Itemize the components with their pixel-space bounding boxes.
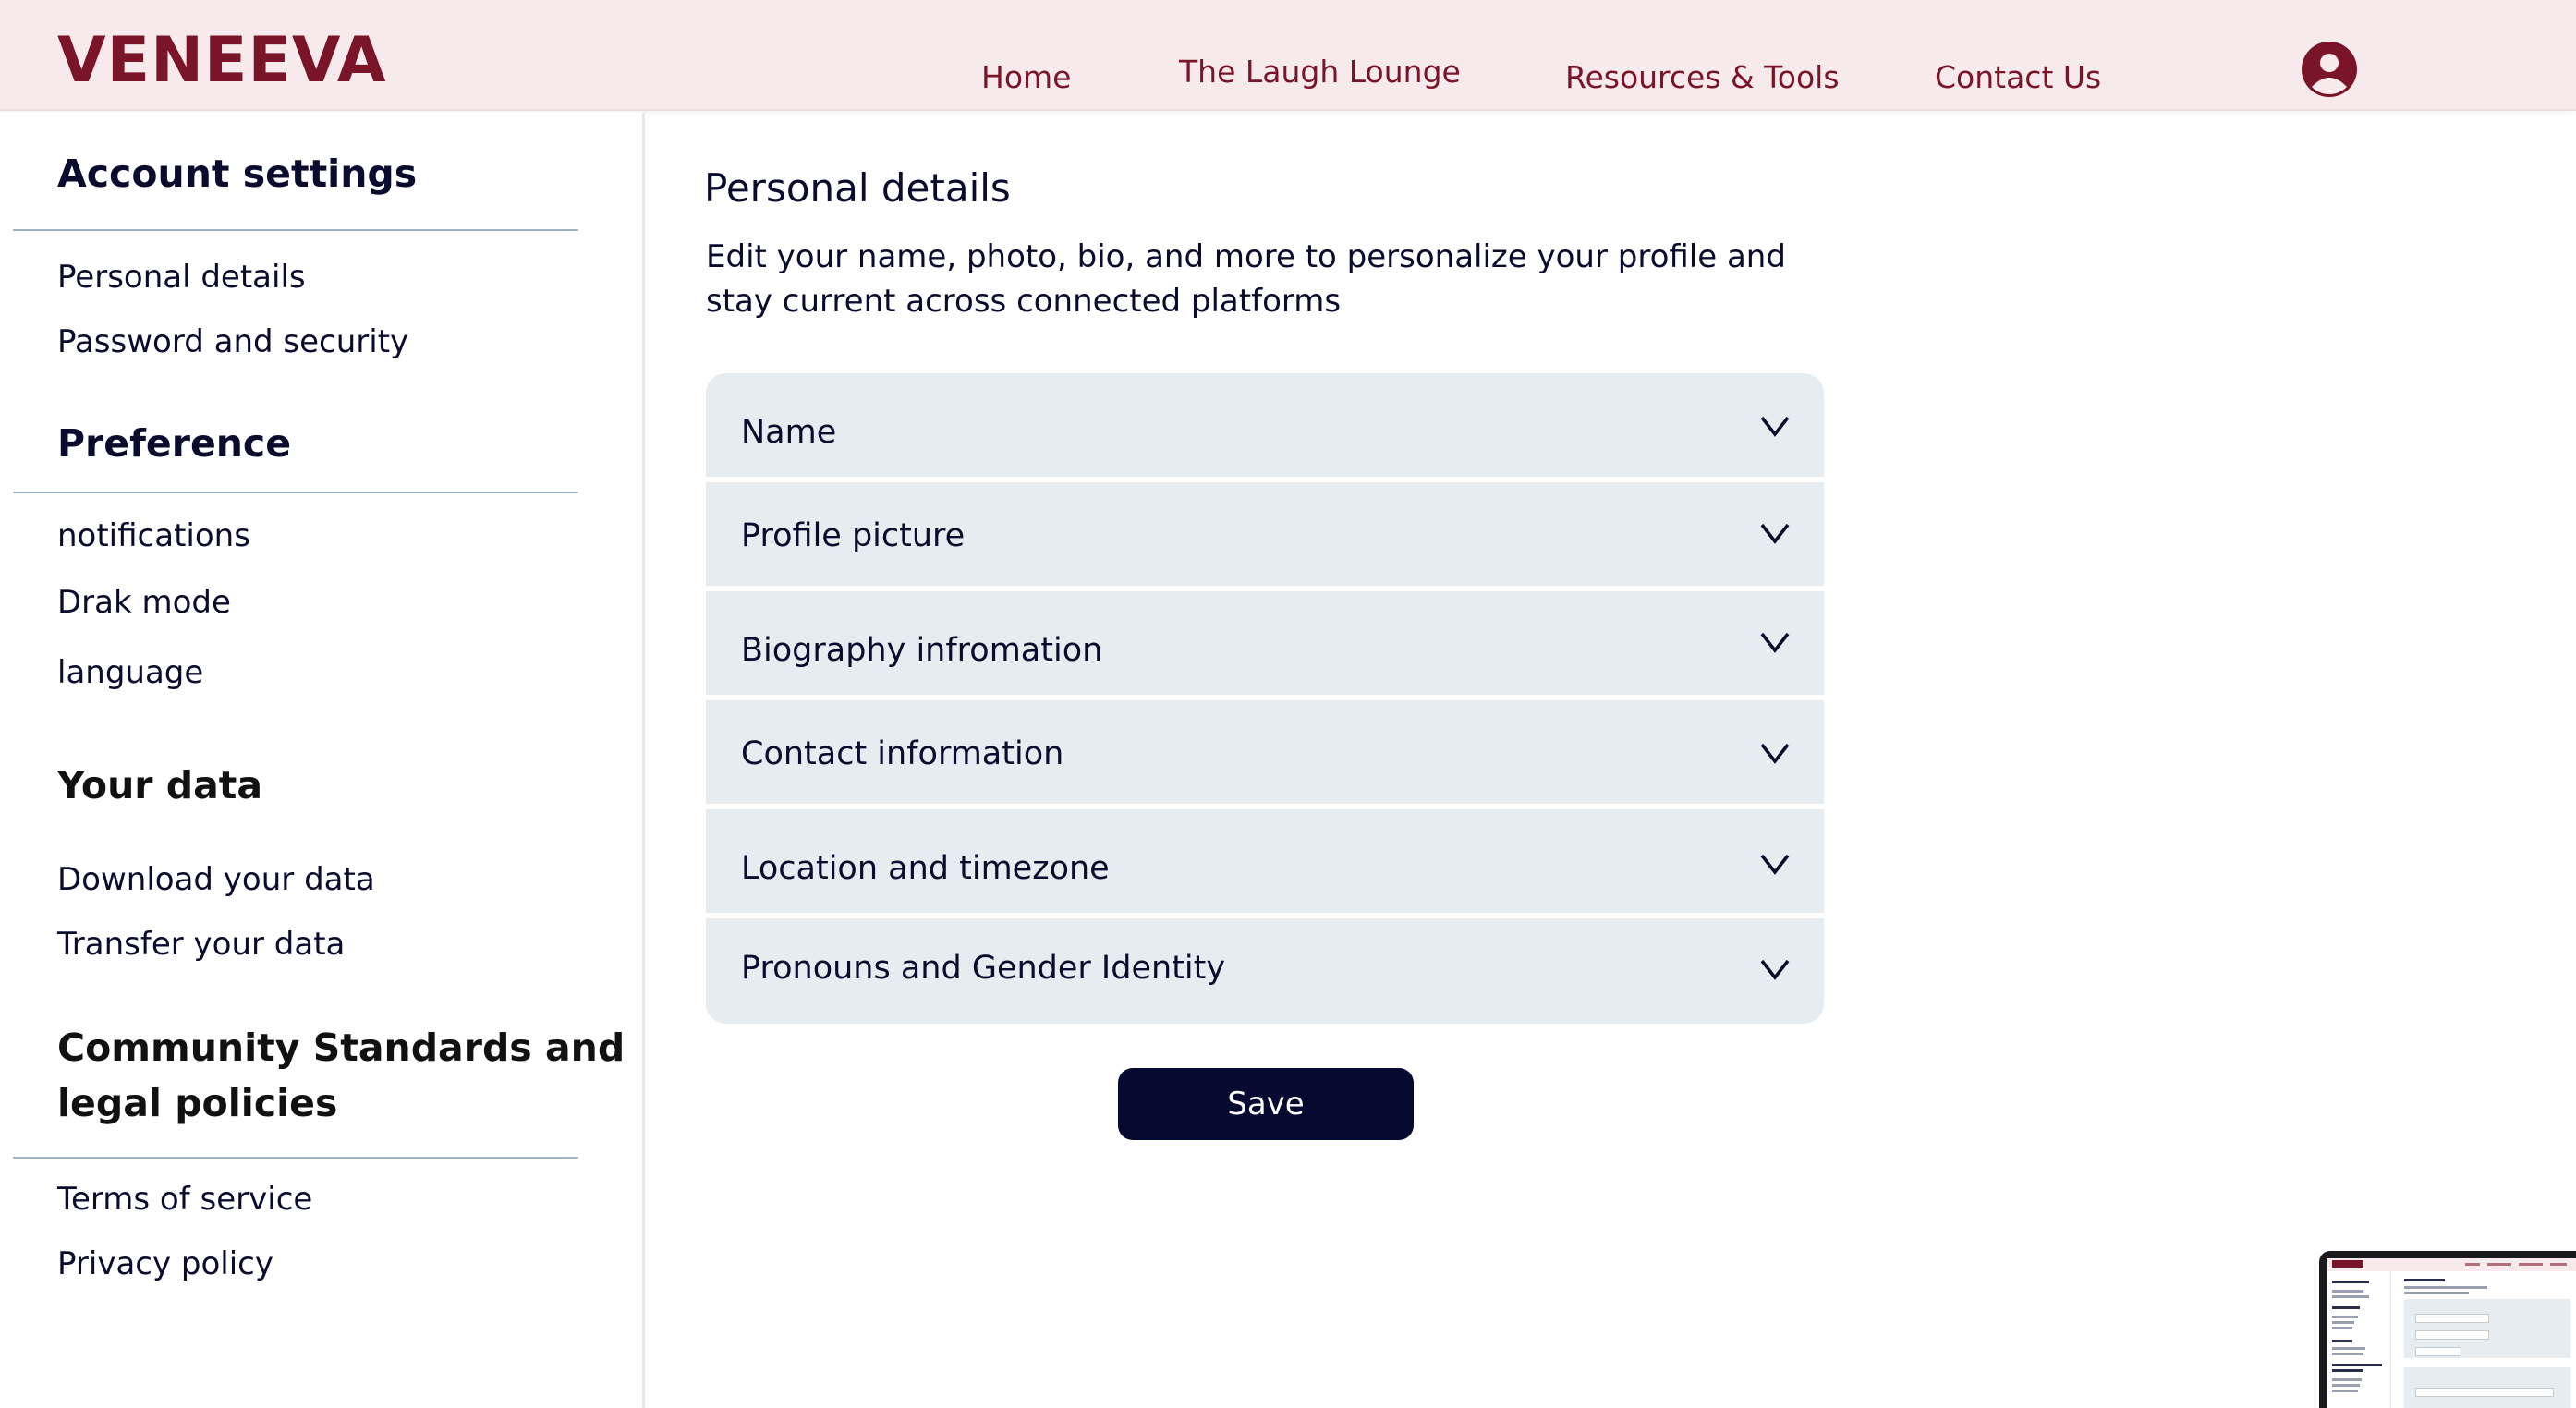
- preview-line: [2404, 1286, 2487, 1289]
- sidebar-item-password-security[interactable]: Password and security: [57, 320, 408, 364]
- preview-line: [2332, 1321, 2354, 1324]
- preview-logo: [2332, 1260, 2363, 1268]
- preview-line: [2332, 1295, 2369, 1298]
- chevron-down-icon[interactable]: [1759, 521, 1791, 545]
- nav-contact-us[interactable]: Contact Us: [1935, 57, 2101, 98]
- accordion-label: Pronouns and Gender Identity: [741, 950, 1226, 987]
- preview-line: [2332, 1327, 2352, 1329]
- preview-line: [2332, 1340, 2352, 1342]
- personal-details-accordion: Name Profile picture Biography infromati…: [706, 373, 1824, 1024]
- nav-laugh-lounge[interactable]: The Laugh Lounge: [1179, 52, 1461, 92]
- accordion-item-name[interactable]: Name: [706, 373, 1824, 477]
- preview-line: [2332, 1364, 2382, 1366]
- section-title-your-data: Your data: [57, 763, 263, 807]
- preview-line: [2332, 1281, 2369, 1283]
- preview-line: [2332, 1353, 2363, 1355]
- sidebar-item-privacy-policy[interactable]: Privacy policy: [57, 1242, 273, 1286]
- section-divider: [13, 492, 578, 493]
- chevron-down-icon[interactable]: [1759, 852, 1791, 876]
- sidebar-item-transfer-data[interactable]: Transfer your data: [57, 922, 345, 966]
- section-title-community-standards: Community Standards and: [57, 1026, 626, 1070]
- preview-line: [2332, 1390, 2358, 1392]
- preview-input: [2415, 1347, 2461, 1356]
- accordion-label: Location and timezone: [741, 850, 1110, 887]
- section-title-preference: Preference: [57, 421, 292, 466]
- preview-nav-link: [2550, 1263, 2567, 1266]
- section-divider: [13, 229, 578, 231]
- accordion-label: Profile picture: [741, 517, 966, 554]
- preview-screen: [2327, 1258, 2576, 1408]
- brand-logo[interactable]: VENEEVA: [57, 22, 387, 100]
- preview-input: [2415, 1388, 2554, 1397]
- page-title: Personal details: [704, 165, 1011, 211]
- preview-nav-link: [2487, 1263, 2511, 1266]
- section-title-account-settings: Account settings: [57, 152, 418, 196]
- preview-line: [2332, 1290, 2363, 1293]
- sidebar-item-download-data[interactable]: Download your data: [57, 857, 375, 902]
- preview-line: [2332, 1369, 2363, 1372]
- chevron-down-icon[interactable]: [1759, 957, 1791, 981]
- user-circle-icon[interactable]: [2301, 41, 2358, 98]
- accordion-label: Biography infromation: [741, 632, 1103, 669]
- preview-line: [2404, 1292, 2469, 1294]
- preview-input: [2415, 1330, 2489, 1340]
- preview-line: [2332, 1347, 2365, 1350]
- preview-line: [2332, 1378, 2362, 1381]
- preview-input: [2415, 1314, 2489, 1323]
- sidebar-item-personal-details[interactable]: Personal details: [57, 255, 306, 299]
- accordion-label: Contact information: [741, 735, 1064, 772]
- nav-resources-tools[interactable]: Resources & Tools: [1565, 57, 1840, 98]
- preview-nav-link: [2519, 1263, 2543, 1266]
- section-divider: [13, 1157, 578, 1159]
- accordion-item-pronouns-gender[interactable]: Pronouns and Gender Identity: [706, 918, 1824, 1022]
- preview-nav-link: [2465, 1263, 2480, 1266]
- chevron-down-icon[interactable]: [1759, 630, 1791, 654]
- screen-preview-thumbnail[interactable]: [2319, 1251, 2576, 1408]
- chevron-down-icon[interactable]: [1759, 741, 1791, 765]
- accordion-item-location-timezone[interactable]: Location and timezone: [706, 809, 1824, 913]
- top-header: VENEEVA Home The Laugh Lounge Resources …: [0, 0, 2576, 111]
- accordion-label: Name: [741, 414, 837, 451]
- settings-sidebar: Account settings Personal details Passwo…: [0, 113, 645, 1408]
- preview-line: [2332, 1306, 2360, 1309]
- sidebar-item-dark-mode[interactable]: Drak mode: [57, 580, 231, 625]
- nav-home[interactable]: Home: [981, 57, 1071, 98]
- preview-line: [2332, 1384, 2360, 1387]
- accordion-item-profile-picture[interactable]: Profile picture: [706, 482, 1824, 586]
- sidebar-item-language[interactable]: language: [57, 650, 203, 695]
- accordion-item-contact-information[interactable]: Contact information: [706, 700, 1824, 804]
- chevron-down-icon[interactable]: [1759, 414, 1791, 438]
- page-description: Edit your name, photo, bio, and more to …: [706, 238, 1786, 320]
- section-title-legal-policies: legal policies: [57, 1081, 338, 1125]
- save-button[interactable]: Save: [1118, 1068, 1414, 1140]
- sidebar-item-notifications[interactable]: notifications: [57, 514, 250, 558]
- accordion-item-biography[interactable]: Biography infromation: [706, 591, 1824, 695]
- preview-line: [2404, 1279, 2445, 1281]
- preview-line: [2332, 1316, 2358, 1318]
- sidebar-item-terms-of-service[interactable]: Terms of service: [57, 1177, 312, 1221]
